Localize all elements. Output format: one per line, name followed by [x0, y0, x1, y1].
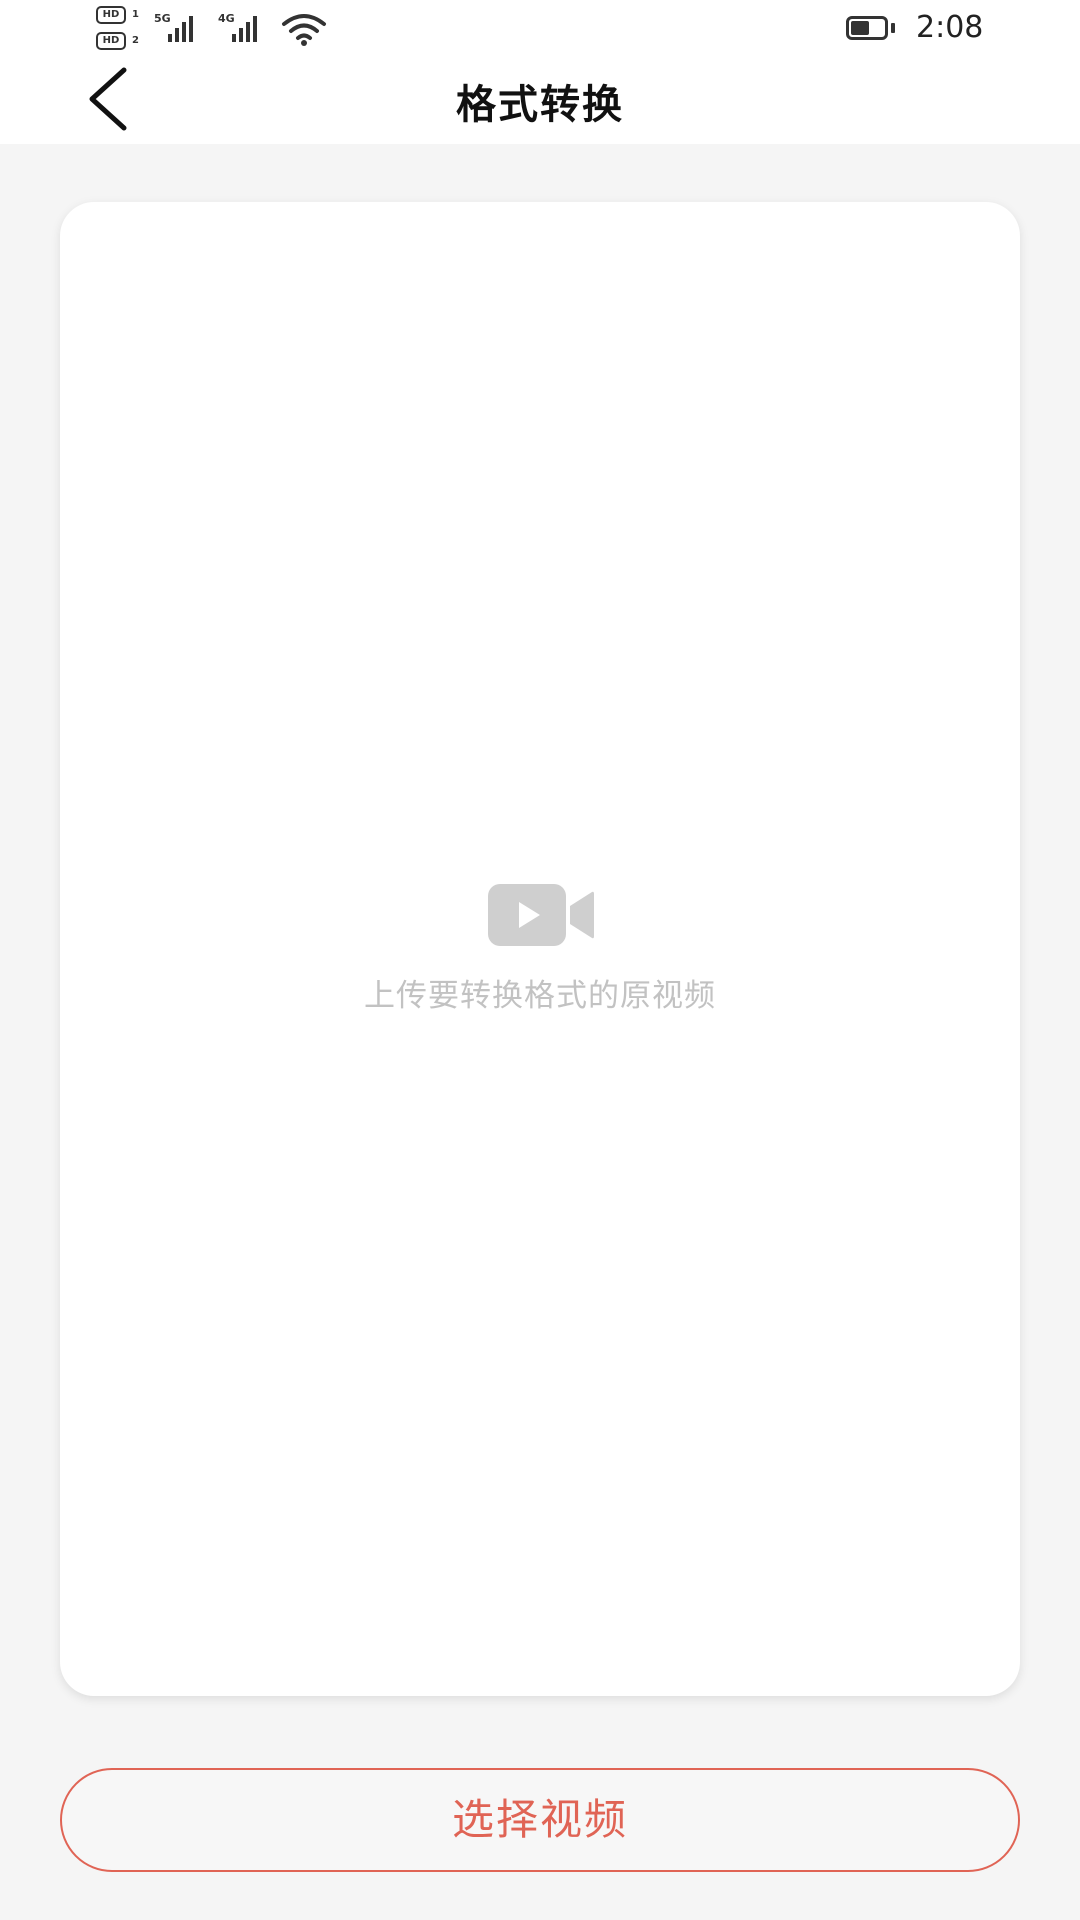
hd-indicators: HD 1 HD 2: [96, 6, 146, 54]
signal-icon: 5G: [154, 12, 210, 42]
hd2-label: HD: [102, 35, 120, 46]
wifi-icon: [280, 12, 328, 50]
hd-icon: HD 2: [96, 32, 139, 50]
hd1-label: HD: [102, 9, 120, 20]
hd2-sub-label: 2: [132, 35, 139, 46]
top-bar: HD 1 HD 2 5G 4G 2:08 格式转换: [0, 0, 1080, 144]
hd1-sub-label: 1: [132, 9, 139, 20]
video-upload-area[interactable]: 上传要转换格式的原视频: [60, 202, 1020, 1696]
video-camera-icon: [488, 884, 594, 950]
hd-icon: HD 1: [96, 6, 139, 24]
battery-icon: [846, 16, 896, 42]
select-video-button[interactable]: 选择视频: [60, 1768, 1020, 1872]
status-bar: HD 1 HD 2 5G 4G 2:08: [0, 0, 1080, 58]
upload-hint: 上传要转换格式的原视频: [364, 978, 716, 1014]
signal-icon: 4G: [218, 12, 274, 42]
status-time: 2:08: [916, 10, 984, 45]
page-title: 格式转换: [456, 82, 624, 128]
